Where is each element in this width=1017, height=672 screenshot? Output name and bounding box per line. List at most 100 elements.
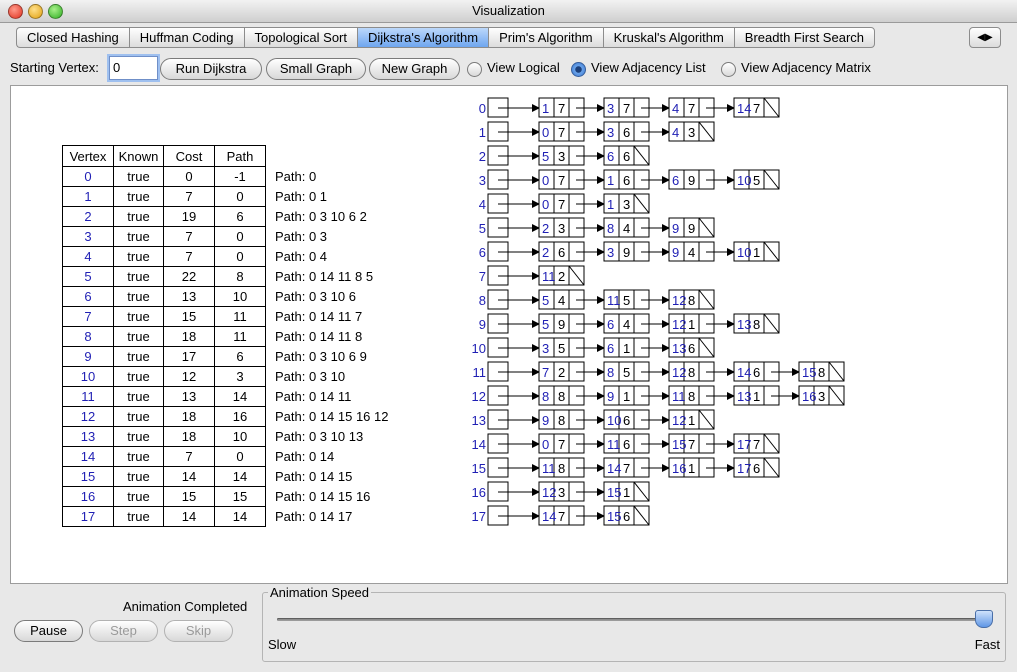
adj-edge-cost: 9 xyxy=(558,317,565,332)
adj-edge-cost: 1 xyxy=(623,389,630,404)
adj-vertex-label: 14 xyxy=(472,437,486,452)
tab-closed-hashing[interactable]: Closed Hashing xyxy=(16,27,129,48)
adj-vertex-label: 1 xyxy=(479,125,486,140)
adj-edge-vertex: 0 xyxy=(542,173,549,188)
adj-edge-vertex: 9 xyxy=(542,413,549,428)
adj-vertex-label: 7 xyxy=(479,269,486,284)
adj-edge-cost: 8 xyxy=(558,413,565,428)
adj-edge-cost: 1 xyxy=(688,413,695,428)
controls-bar: Starting Vertex: 0 Run Dijkstra Small Gr… xyxy=(10,56,1005,82)
tab-scroll-arrows-icon[interactable]: ◀▶ xyxy=(969,27,1001,48)
adj-edge-cost: 3 xyxy=(558,221,565,236)
adj-edge-cost: 9 xyxy=(623,245,630,260)
adj-edge-cost: 7 xyxy=(558,173,565,188)
adj-edge-vertex: 5 xyxy=(542,149,549,164)
adj-edge-cost: 4 xyxy=(558,293,565,308)
adj-edge-cost: 7 xyxy=(753,101,760,116)
tab-prim-s-algorithm[interactable]: Prim's Algorithm xyxy=(488,27,603,48)
run-dijkstra-button[interactable]: Run Dijkstra xyxy=(160,58,262,80)
radio-label-view-logical[interactable]: View Logical xyxy=(487,56,560,80)
adj-edge-cost: 6 xyxy=(623,149,630,164)
adj-edge-vertex: 10 xyxy=(607,413,621,428)
adj-edge-cost: 3 xyxy=(688,125,695,140)
adj-vertex-label: 9 xyxy=(479,317,486,332)
pause-button[interactable]: Pause xyxy=(14,620,83,642)
adj-edge-vertex: 2 xyxy=(542,221,549,236)
adj-edge-cost: 9 xyxy=(688,173,695,188)
tab-huffman-coding[interactable]: Huffman Coding xyxy=(128,27,244,48)
adj-edge-vertex: 9 xyxy=(672,221,679,236)
tab-breadth-first-search[interactable]: Breadth First Search xyxy=(733,27,875,48)
adj-edge-vertex: 7 xyxy=(542,365,549,380)
adj-edge-vertex: 0 xyxy=(542,437,549,452)
adj-edge-cost: 7 xyxy=(558,101,565,116)
adj-vertex-label: 0 xyxy=(479,101,486,116)
adj-edge-vertex: 3 xyxy=(607,101,614,116)
adj-edge-cost: 7 xyxy=(623,101,630,116)
adj-edge-cost: 6 xyxy=(623,509,630,524)
adj-edge-cost: 7 xyxy=(623,461,630,476)
radio-label-view-adjacency-matrix[interactable]: View Adjacency Matrix xyxy=(741,56,871,80)
new-graph-button[interactable]: New Graph xyxy=(369,58,460,80)
adj-edge-cost: 8 xyxy=(688,293,695,308)
adj-vertex-label: 16 xyxy=(472,485,486,500)
adj-vertex-label: 11 xyxy=(473,365,487,380)
adj-vertex-label: 13 xyxy=(472,413,486,428)
adj-edge-vertex: 6 xyxy=(607,341,614,356)
bottom-panel: Animation Completed Pause Step Skip Slow… xyxy=(0,584,1017,672)
adj-edge-vertex: 13 xyxy=(737,317,751,332)
adjacency-list-diagram: 0 1 7 3 7 4 7 14 71 0 7 3 6 4 32 5 3 6 63 0 7 1 6 6 9 10 54 0 7 1 35 2 3… xyxy=(472,97,845,526)
starting-vertex-input[interactable]: 0 xyxy=(109,56,158,80)
adj-vertex-label: 4 xyxy=(479,197,486,212)
radio-label-view-adjacency-list[interactable]: View Adjacency List xyxy=(591,56,706,80)
adj-edge-vertex: 8 xyxy=(542,389,549,404)
adj-edge-vertex: 8 xyxy=(607,365,614,380)
adj-edge-vertex: 3 xyxy=(607,245,614,260)
adj-edge-vertex: 6 xyxy=(672,173,679,188)
adj-edge-cost: 1 xyxy=(753,245,760,260)
adj-edge-vertex: 15 xyxy=(607,509,621,524)
adj-edge-cost: 7 xyxy=(558,509,565,524)
adj-edge-cost: 4 xyxy=(623,221,630,236)
adj-edge-vertex: 17 xyxy=(737,461,751,476)
adj-edge-vertex: 5 xyxy=(542,317,549,332)
adj-edge-cost: 5 xyxy=(753,173,760,188)
adj-vertex-label: 5 xyxy=(479,221,486,236)
tab-topological-sort[interactable]: Topological Sort xyxy=(243,27,357,48)
adj-edge-vertex: 9 xyxy=(607,389,614,404)
radio-view-adjacency-list[interactable] xyxy=(571,62,586,77)
adj-edge-cost: 8 xyxy=(558,461,565,476)
adj-vertex-label: 12 xyxy=(472,389,486,404)
adj-edge-vertex: 1 xyxy=(607,197,614,212)
skip-button[interactable]: Skip xyxy=(164,620,233,642)
speed-slider-thumb[interactable] xyxy=(975,610,993,628)
animation-status: Animation Completed xyxy=(123,599,248,614)
tab-dijkstra-s-algorithm[interactable]: Dijkstra's Algorithm xyxy=(357,27,489,48)
adj-edge-cost: 5 xyxy=(623,365,630,380)
tab-kruskal-s-algorithm[interactable]: Kruskal's Algorithm xyxy=(602,27,734,48)
animation-speed-group: Slow Fast xyxy=(262,592,1006,662)
adj-edge-cost: 6 xyxy=(753,365,760,380)
adj-edge-vertex: 15 xyxy=(672,437,686,452)
step-button[interactable]: Step xyxy=(89,620,158,642)
adj-edge-cost: 5 xyxy=(558,341,565,356)
adj-edge-vertex: 11 xyxy=(542,461,556,476)
adj-edge-cost: 6 xyxy=(623,437,630,452)
speed-slider-track[interactable] xyxy=(277,618,989,621)
algorithm-tabs: Closed Hashing Huffman Coding Topological … xyxy=(16,27,962,48)
adj-edge-cost: 8 xyxy=(558,389,565,404)
adj-edge-cost: 8 xyxy=(688,365,695,380)
adj-edge-cost: 4 xyxy=(688,245,695,260)
title-bar: Visualization xyxy=(0,0,1017,23)
small-graph-button[interactable]: Small Graph xyxy=(266,58,366,80)
adj-edge-cost: 6 xyxy=(623,125,630,140)
adj-edge-cost: 5 xyxy=(623,293,630,308)
adj-edge-vertex: 14 xyxy=(607,461,621,476)
adj-edge-cost: 1 xyxy=(688,461,695,476)
radio-view-adjacency-matrix[interactable] xyxy=(721,62,736,77)
adj-edge-vertex: 12 xyxy=(672,413,686,428)
starting-vertex-label: Starting Vertex: xyxy=(10,60,99,75)
adj-edge-vertex: 13 xyxy=(672,341,686,356)
radio-view-logical[interactable] xyxy=(467,62,482,77)
adj-edge-cost: 3 xyxy=(558,149,565,164)
